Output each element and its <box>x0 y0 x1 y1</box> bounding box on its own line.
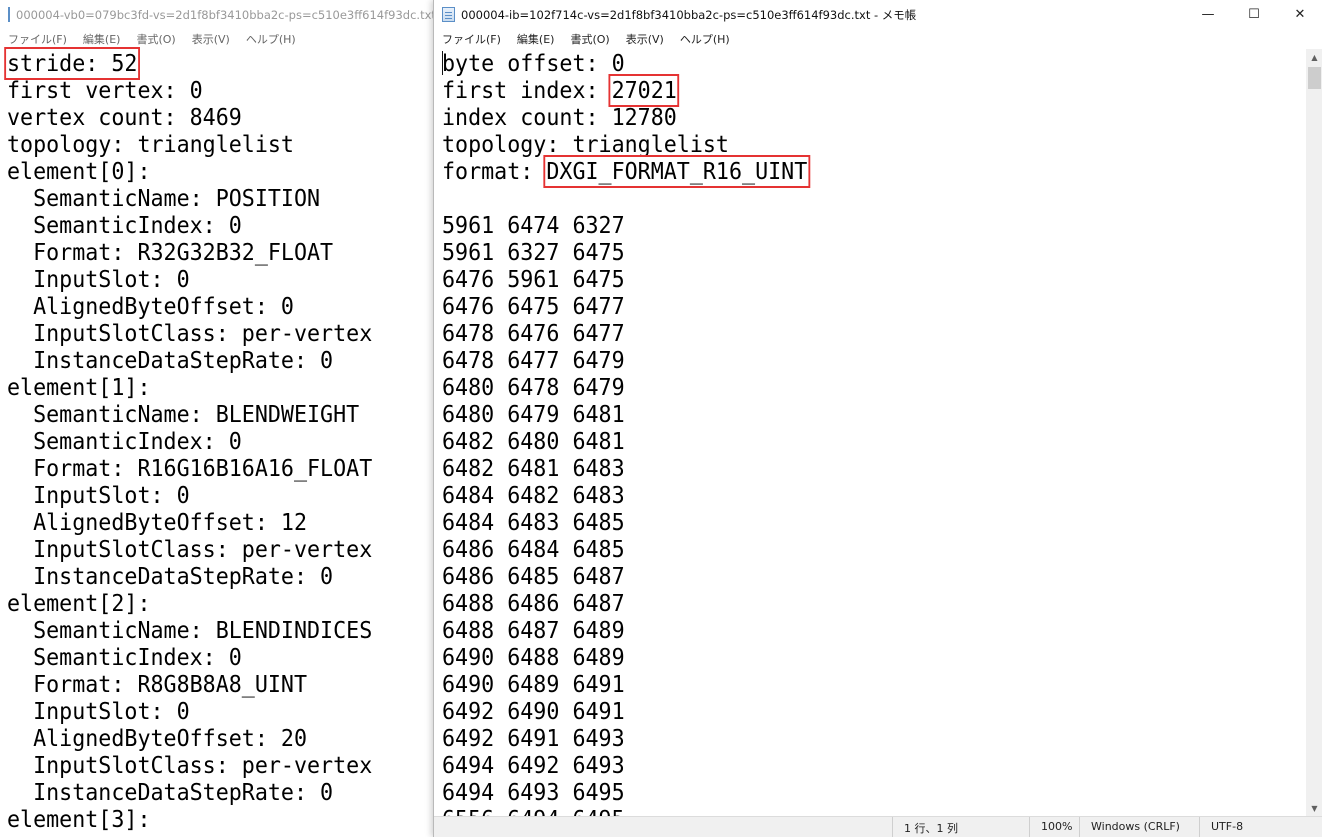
topology-line: topology: trianglelist <box>442 131 729 158</box>
text-line: InputSlotClass: per-vertex <box>7 536 373 563</box>
text-line: SemanticIndex: 0 <box>7 212 242 239</box>
vertical-scrollbar[interactable]: ▲ ▼ <box>1306 49 1322 817</box>
text-line: InstanceDataStepRate: 0 <box>7 563 334 590</box>
text-line: element[3]: <box>7 806 151 833</box>
index-data-lines: 5961 6474 6327 5961 6327 6475 6476 5961 … <box>442 212 625 833</box>
text-line: Format: R8G8B8A8_UINT <box>7 671 308 698</box>
right-text-area[interactable]: byte offset: 0 first index: 27021 index … <box>442 50 811 833</box>
menu-file[interactable]: ファイル(F) <box>0 31 75 47</box>
left-menu-bar: ファイル(F) 編集(E) 書式(O) 表示(V) ヘルプ(H) <box>0 29 433 49</box>
byte-offset-line: byte offset: 0 <box>442 50 625 77</box>
status-line-ending: Windows (CRLF) <box>1091 820 1180 833</box>
index-triplet-line: 6480 6478 6479 <box>442 374 625 401</box>
menu-edit[interactable]: 編集(E) <box>75 31 129 47</box>
menu-help[interactable]: ヘルプ(H) <box>238 31 304 47</box>
index-triplet-line: 6488 6487 6489 <box>442 617 625 644</box>
text-line: SemanticName: POSITION <box>7 185 321 212</box>
menu-view[interactable]: 表示(V) <box>618 31 672 47</box>
index-triplet-line: 6480 6479 6481 <box>442 401 625 428</box>
text-line: InputSlotClass: per-vertex <box>7 752 373 779</box>
text-line: element[2]: <box>7 590 151 617</box>
right-notepad-window[interactable]: 000004-ib=102f714c-vs=2d1f8bf3410bba2c-p… <box>433 0 1322 837</box>
close-button[interactable]: ✕ <box>1277 0 1322 29</box>
text-line: SemanticIndex: 0 <box>7 428 242 455</box>
index-triplet-line: 6494 6492 6493 <box>442 752 625 779</box>
index-triplet-line: 6478 6476 6477 <box>442 320 625 347</box>
right-menu-bar: ファイル(F) 編集(E) 書式(O) 表示(V) ヘルプ(H) <box>434 29 1322 49</box>
text-line: InstanceDataStepRate: 0 <box>7 779 334 806</box>
index-count-line: index count: 12780 <box>442 104 677 131</box>
index-triplet-line: 6488 6486 6487 <box>442 590 625 617</box>
right-title-bar[interactable]: 000004-ib=102f714c-vs=2d1f8bf3410bba2c-p… <box>434 0 1322 29</box>
index-triplet-line: 6490 6488 6489 <box>442 644 625 671</box>
notepad-icon <box>8 7 10 22</box>
menu-edit[interactable]: 編集(E) <box>509 31 563 47</box>
notepad-icon <box>442 7 455 22</box>
text-line: SemanticName: BLENDWEIGHT <box>7 401 360 428</box>
index-triplet-line: 6482 6481 6483 <box>442 455 625 482</box>
text-line: InstanceDataStepRate: 0 <box>7 347 334 374</box>
status-separator <box>892 817 893 837</box>
text-line: first vertex: 0 <box>7 77 203 104</box>
text-line: InputSlot: 0 <box>7 266 190 293</box>
text-line: element[0]: <box>7 158 151 185</box>
text-line: InputSlot: 0 <box>7 698 190 725</box>
index-triplet-line: 6486 6485 6487 <box>442 563 625 590</box>
index-triplet-line: 6478 6477 6479 <box>442 347 625 374</box>
stride-highlight: stride: 52 <box>4 47 141 80</box>
index-triplet-line: 6484 6482 6483 <box>442 482 625 509</box>
maximize-button[interactable]: ☐ <box>1231 0 1277 29</box>
first-index-highlight: 27021 <box>608 74 680 107</box>
text-line: Format: R32G32B32_FLOAT <box>7 239 334 266</box>
status-separator <box>1079 817 1080 837</box>
menu-file[interactable]: ファイル(F) <box>434 31 509 47</box>
menu-format[interactable]: 書式(O) <box>128 31 183 47</box>
index-triplet-line: 6482 6480 6481 <box>442 428 625 455</box>
status-zoom: 100% <box>1041 820 1073 833</box>
scroll-up-arrow-icon[interactable]: ▲ <box>1306 49 1322 66</box>
status-separator <box>1029 817 1030 837</box>
index-triplet-line: 6484 6483 6485 <box>442 509 625 536</box>
left-notepad-window[interactable]: 000004-vb0=079bc3fd-vs=2d1f8bf3410bba2c-… <box>0 0 433 837</box>
index-triplet-line: 5961 6327 6475 <box>442 239 625 266</box>
minimize-button[interactable]: — <box>1185 0 1231 29</box>
scroll-down-arrow-icon[interactable]: ▼ <box>1306 800 1322 817</box>
text-line: element[1]: <box>7 374 151 401</box>
menu-view[interactable]: 表示(V) <box>184 31 238 47</box>
text-line: InputSlotClass: per-vertex <box>7 320 373 347</box>
menu-help[interactable]: ヘルプ(H) <box>672 31 738 47</box>
left-text-area[interactable]: stride: 52 first vertex: 0 vertex count:… <box>4 47 372 833</box>
text-line: AlignedByteOffset: 20 <box>7 725 308 752</box>
index-triplet-line: 6492 6491 6493 <box>442 725 625 752</box>
text-line: SemanticName: BLENDINDICES <box>7 617 373 644</box>
text-line: vertex count: 8469 <box>7 104 242 131</box>
left-title-bar[interactable]: 000004-vb0=079bc3fd-vs=2d1f8bf3410bba2c-… <box>0 0 433 29</box>
text-line: topology: trianglelist <box>7 131 294 158</box>
left-window-title: 000004-vb0=079bc3fd-vs=2d1f8bf3410bba2c-… <box>16 7 433 22</box>
format-label: format: <box>442 158 547 185</box>
index-triplet-line: 6494 6493 6495 <box>442 779 625 806</box>
status-cursor-position: 1 行、1 列 <box>904 822 958 835</box>
index-triplet-line: 6476 6475 6477 <box>442 293 625 320</box>
status-bar: 1 行、1 列 100% Windows (CRLF) UTF-8 <box>434 816 1322 837</box>
format-highlight: DXGI_FORMAT_R16_UINT <box>543 155 811 188</box>
text-line: SemanticIndex: 0 <box>7 644 242 671</box>
text-line: Format: R16G16B16A16_FLOAT <box>7 455 373 482</box>
status-separator <box>1199 817 1200 837</box>
window-controls: — ☐ ✕ <box>1185 0 1322 29</box>
text-line: AlignedByteOffset: 12 <box>7 509 308 536</box>
text-line: InputSlot: 0 <box>7 482 190 509</box>
left-text-lines: first vertex: 0 vertex count: 8469 topol… <box>7 77 372 833</box>
index-triplet-line: 6492 6490 6491 <box>442 698 625 725</box>
scrollbar-thumb[interactable] <box>1308 67 1321 89</box>
index-triplet-line: 6476 5961 6475 <box>442 266 625 293</box>
right-window-title: 000004-ib=102f714c-vs=2d1f8bf3410bba2c-p… <box>461 7 917 22</box>
status-encoding: UTF-8 <box>1211 820 1244 833</box>
index-triplet-line: 6486 6484 6485 <box>442 536 625 563</box>
text-line: AlignedByteOffset: 0 <box>7 293 294 320</box>
index-triplet-line: 6490 6489 6491 <box>442 671 625 698</box>
first-index-label: first index: <box>442 77 612 104</box>
menu-format[interactable]: 書式(O) <box>562 31 617 47</box>
index-triplet-line: 5961 6474 6327 <box>442 212 625 239</box>
